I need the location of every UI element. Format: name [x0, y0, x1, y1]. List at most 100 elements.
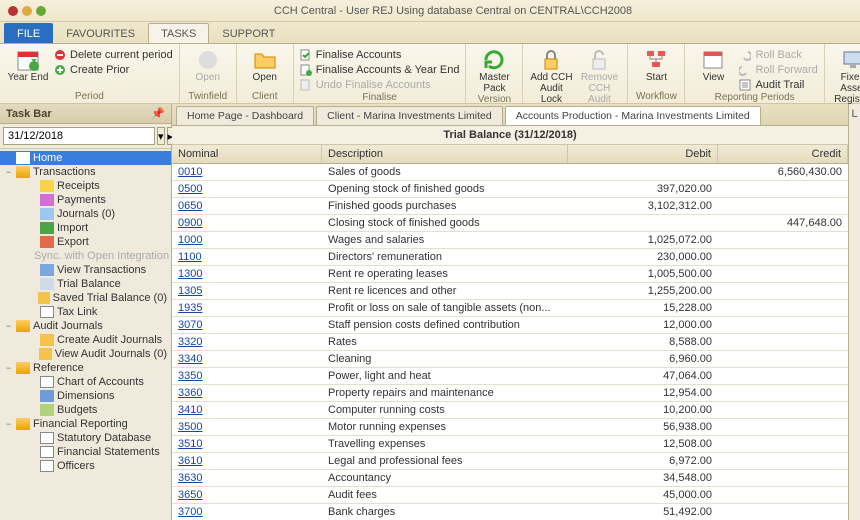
tab-tasks[interactable]: TASKS: [148, 23, 209, 43]
table-row[interactable]: 3610Legal and professional fees6,972.00: [172, 453, 848, 470]
col-header-credit[interactable]: Credit: [718, 145, 848, 163]
pin-icon[interactable]: 📌: [151, 107, 165, 120]
tree-item[interactable]: −Reference: [0, 361, 171, 375]
reporting-view-button[interactable]: View: [691, 46, 735, 83]
grid-body[interactable]: 0010Sales of goods6,560,430.000500Openin…: [172, 164, 848, 520]
side-peek-tab[interactable]: L: [848, 104, 860, 520]
close-icon[interactable]: [8, 6, 18, 16]
year-end-button[interactable]: Year End: [6, 46, 50, 83]
add-audit-lock-button[interactable]: Add CCH Audit Lock: [529, 46, 573, 105]
tree-item[interactable]: Import: [0, 221, 171, 235]
table-row[interactable]: 3350Power, light and heat47,064.00: [172, 368, 848, 385]
table-row[interactable]: 3410Computer running costs10,200.00: [172, 402, 848, 419]
date-dropdown-button[interactable]: ▾: [157, 127, 165, 145]
nominal-link[interactable]: 3360: [178, 387, 202, 399]
document-tab[interactable]: Home Page - Dashboard: [176, 106, 314, 125]
tree-item[interactable]: Receipts: [0, 179, 171, 193]
tree-item[interactable]: −Transactions: [0, 165, 171, 179]
tree-item[interactable]: Journals (0): [0, 207, 171, 221]
period-date-input[interactable]: [3, 127, 155, 145]
tree-item[interactable]: Statutory Database: [0, 431, 171, 445]
tree-item[interactable]: Saved Trial Balance (0): [0, 291, 171, 305]
document-tab[interactable]: Accounts Production - Marina Investments…: [505, 106, 761, 125]
tab-support[interactable]: SUPPORT: [209, 23, 288, 43]
finalise-yearend-button[interactable]: Finalise Accounts & Year End: [300, 63, 460, 77]
nominal-link[interactable]: 3350: [178, 370, 202, 382]
col-header-description[interactable]: Description: [322, 145, 568, 163]
nominal-link[interactable]: 0900: [178, 217, 202, 229]
tree-item[interactable]: Dimensions: [0, 389, 171, 403]
nominal-link[interactable]: 3610: [178, 455, 202, 467]
table-row[interactable]: 1100Directors' remuneration230,000.00: [172, 249, 848, 266]
tree-item[interactable]: View Transactions: [0, 263, 171, 277]
master-pack-button[interactable]: Master Pack: [472, 46, 516, 94]
tab-file[interactable]: FILE: [4, 23, 53, 43]
minimize-icon[interactable]: [22, 6, 32, 16]
table-row[interactable]: 0500Opening stock of finished goods397,0…: [172, 181, 848, 198]
tree-item[interactable]: −Audit Journals: [0, 319, 171, 333]
table-row[interactable]: 1935Profit or loss on sale of tangible a…: [172, 300, 848, 317]
nominal-link[interactable]: 1305: [178, 285, 202, 297]
nominal-link[interactable]: 3340: [178, 353, 202, 365]
tree-item[interactable]: View Audit Journals (0): [0, 347, 171, 361]
cell-debit: 230,000.00: [568, 251, 718, 263]
table-row[interactable]: 3650Audit fees45,000.00: [172, 487, 848, 504]
nominal-link[interactable]: 3320: [178, 336, 202, 348]
col-header-nominal[interactable]: Nominal: [172, 145, 322, 163]
tree-item[interactable]: Chart of Accounts: [0, 375, 171, 389]
table-row[interactable]: 3070Staff pension costs defined contribu…: [172, 317, 848, 334]
nominal-link[interactable]: 1300: [178, 268, 202, 280]
tree-item[interactable]: Officers: [0, 459, 171, 473]
table-row[interactable]: 3320Rates8,588.00: [172, 334, 848, 351]
tree-item[interactable]: Home: [0, 151, 171, 165]
nominal-link[interactable]: 3510: [178, 438, 202, 450]
table-row[interactable]: 3630Accountancy34,548.00: [172, 470, 848, 487]
nominal-link[interactable]: 3650: [178, 489, 202, 501]
nominal-link[interactable]: 0650: [178, 200, 202, 212]
workflow-start-button[interactable]: Start: [634, 46, 678, 83]
tree-item[interactable]: Payments: [0, 193, 171, 207]
table-row[interactable]: 3360Property repairs and maintenance12,9…: [172, 385, 848, 402]
maximize-icon[interactable]: [36, 6, 46, 16]
table-row[interactable]: 3340Cleaning6,960.00: [172, 351, 848, 368]
nominal-link[interactable]: 3700: [178, 506, 202, 518]
table-row[interactable]: 1300Rent re operating leases1,005,500.00: [172, 266, 848, 283]
nominal-link[interactable]: 1000: [178, 234, 202, 246]
nominal-link[interactable]: 3070: [178, 319, 202, 331]
nominal-link[interactable]: 0010: [178, 166, 202, 178]
nominal-link[interactable]: 1100: [178, 251, 202, 263]
table-row[interactable]: 3700Bank charges51,492.00: [172, 504, 848, 520]
nominal-link[interactable]: 3630: [178, 472, 202, 484]
cell-description: Rates: [322, 336, 568, 348]
tree-item[interactable]: Export: [0, 235, 171, 249]
finalise-accounts-button[interactable]: Finalise Accounts: [300, 48, 460, 62]
table-row[interactable]: 1305Rent re licences and other1,255,200.…: [172, 283, 848, 300]
tree-item[interactable]: Trial Balance: [0, 277, 171, 291]
tree-item[interactable]: −Financial Reporting: [0, 417, 171, 431]
tab-favourites[interactable]: FAVOURITES: [53, 23, 148, 43]
document-tab[interactable]: Client - Marina Investments Limited: [316, 106, 503, 125]
table-row[interactable]: 1000Wages and salaries1,025,072.00: [172, 232, 848, 249]
nominal-link[interactable]: 3410: [178, 404, 202, 416]
delete-period-button[interactable]: Delete current period: [54, 48, 173, 62]
col-header-debit[interactable]: Debit: [568, 145, 718, 163]
chart-icon: [40, 376, 54, 388]
audit-trail-button[interactable]: Audit Trail: [739, 78, 817, 92]
create-prior-button[interactable]: Create Prior: [54, 63, 173, 77]
folder-icon: [16, 418, 30, 430]
tree-item[interactable]: Financial Statements: [0, 445, 171, 459]
table-row[interactable]: 3500Motor running expenses56,938.00: [172, 419, 848, 436]
client-open-button[interactable]: Open: [243, 46, 287, 83]
table-row[interactable]: 0010Sales of goods6,560,430.00: [172, 164, 848, 181]
tree-item[interactable]: Tax Link: [0, 305, 171, 319]
nominal-link[interactable]: 0500: [178, 183, 202, 195]
nominal-link[interactable]: 1935: [178, 302, 202, 314]
table-row[interactable]: 0900Closing stock of finished goods447,6…: [172, 215, 848, 232]
fixed-asset-register-button[interactable]: Fixed Asset Register: [831, 46, 860, 105]
tree-item[interactable]: Budgets: [0, 403, 171, 417]
table-row[interactable]: 3510Travelling expenses12,508.00: [172, 436, 848, 453]
nominal-link[interactable]: 3500: [178, 421, 202, 433]
tree-item[interactable]: Sync. with Open Integration: [0, 249, 171, 263]
tree-item[interactable]: Create Audit Journals: [0, 333, 171, 347]
table-row[interactable]: 0650Finished goods purchases3,102,312.00: [172, 198, 848, 215]
